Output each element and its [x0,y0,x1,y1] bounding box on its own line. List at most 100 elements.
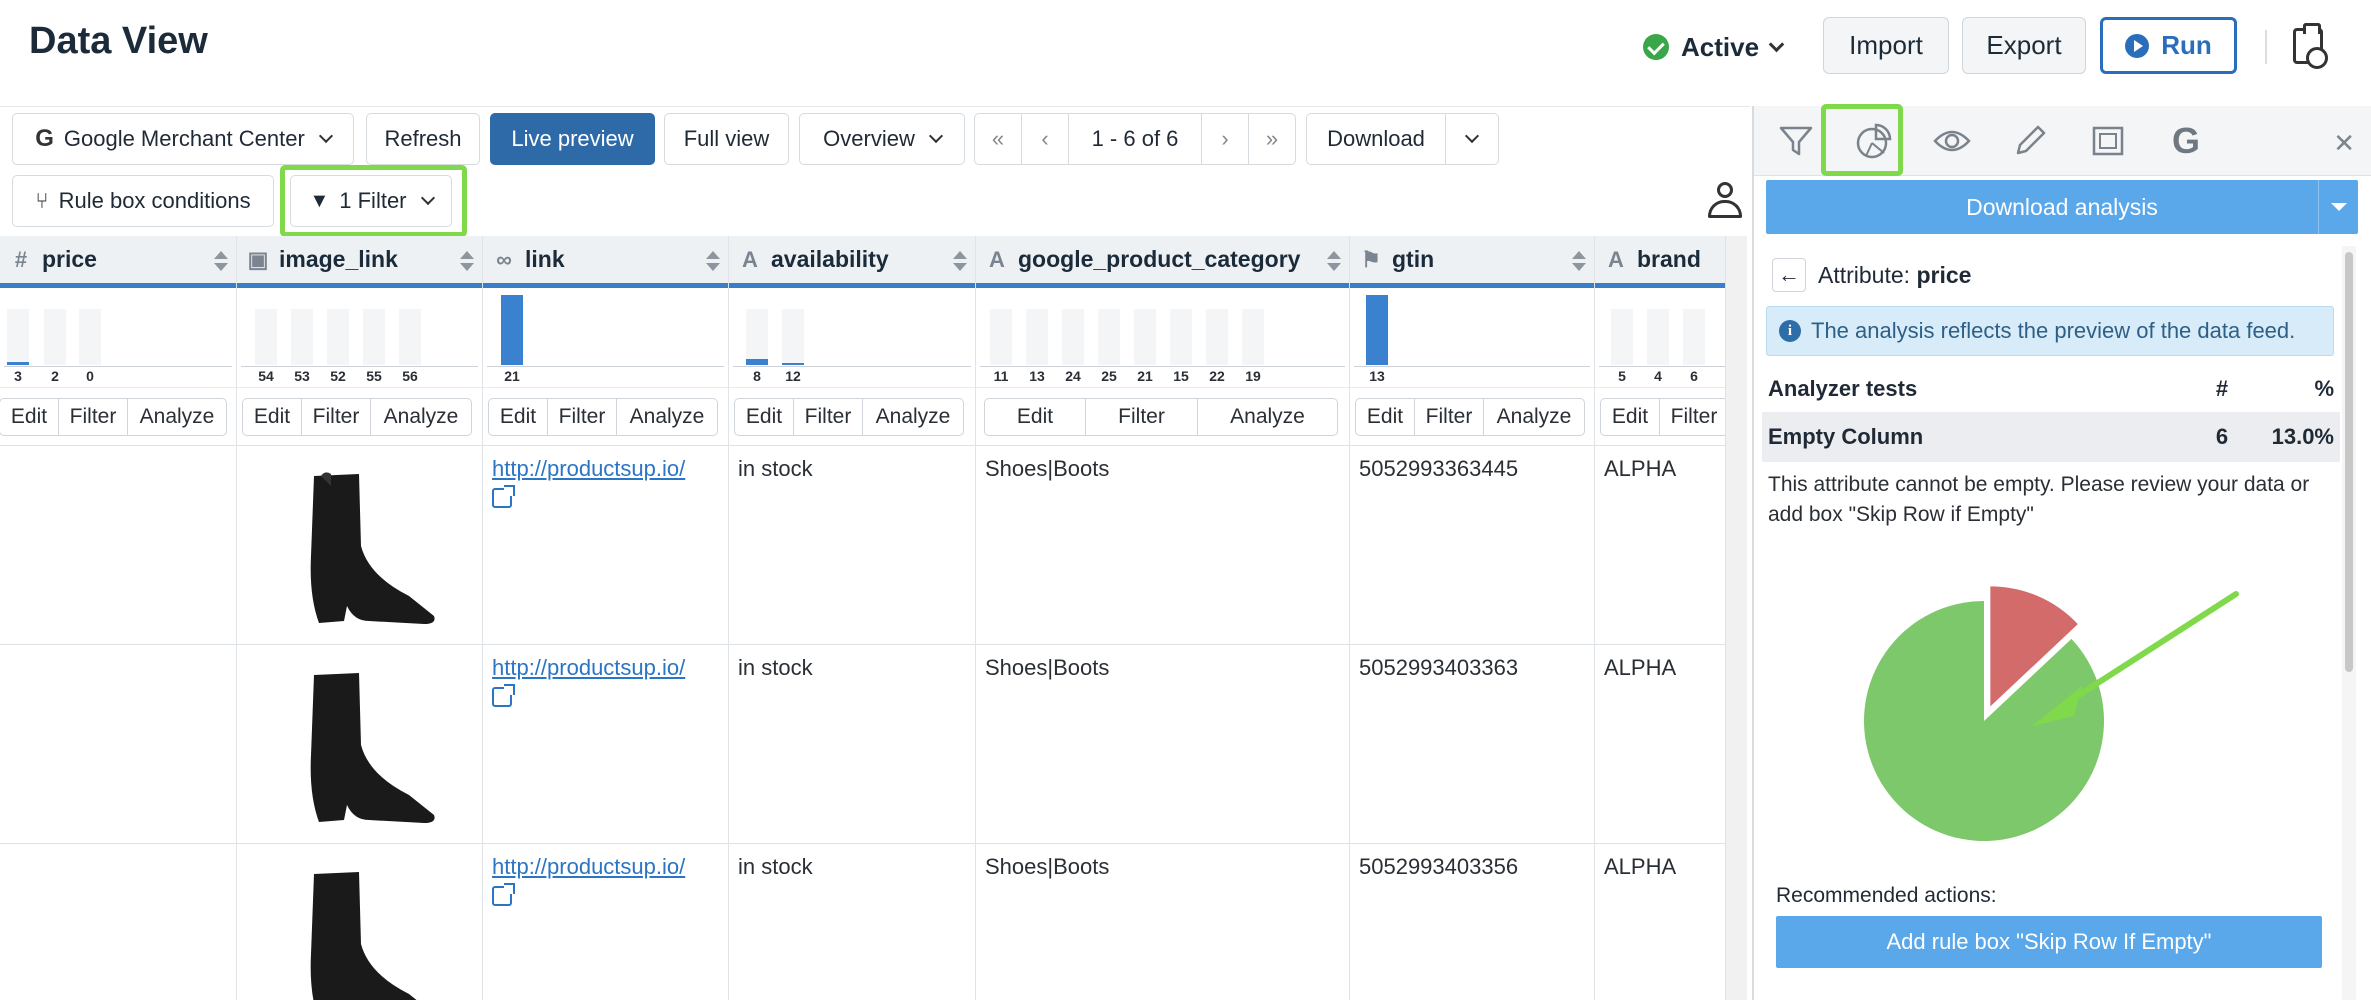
column-header[interactable]: # price [0,236,236,288]
download-analysis-button[interactable]: Download analysis [1766,180,2358,234]
external-link-icon[interactable] [492,485,515,508]
tab-image[interactable] [2078,114,2138,168]
product-link[interactable]: http://productsup.io/ [492,854,685,879]
first-page-button[interactable]: « [974,113,1022,165]
run-button[interactable]: Run [2100,17,2237,74]
column-header[interactable]: Abrand [1595,236,1725,288]
table-cell[interactable]: Shoes|Boots [976,644,1349,843]
analyze-button[interactable]: Analyze [370,397,472,436]
filter-button[interactable]: Filter [793,397,863,436]
table-cell[interactable]: http://productsup.io/ [483,843,728,1000]
column-gtin: ⚑ gtin 13 Edit Filter Analyze 5052993363445… [1350,236,1595,1000]
sort-icon[interactable] [214,251,228,271]
column-header[interactable]: Aavailability [729,236,975,288]
table-cell[interactable]: ALPHA [1595,843,1725,1000]
edit-button[interactable]: Edit [0,397,59,436]
analyze-button[interactable]: Analyze [1197,397,1338,436]
image-type-icon: ▣ [247,246,269,272]
table-cell[interactable]: in stock [729,644,975,843]
caret-down-icon[interactable] [2318,180,2358,234]
table-cell[interactable] [0,843,236,1000]
external-link-icon[interactable] [492,883,515,906]
filter-button[interactable]: Filter [1659,397,1725,436]
tab-google[interactable]: G [2156,114,2216,168]
grid-scrollbar[interactable] [1725,236,1747,1000]
table-cell[interactable]: http://productsup.io/ [483,445,728,644]
edit-button[interactable]: Edit [984,397,1086,436]
add-rule-box-button[interactable]: Add rule box "Skip Row If Empty" [1776,916,2322,968]
table-cell[interactable] [0,644,236,843]
column-header[interactable]: ▣ image_link [237,236,482,288]
back-arrow-icon[interactable]: ← [1772,258,1806,292]
table-cell[interactable] [237,644,482,843]
table-cell[interactable]: ALPHA [1595,644,1725,843]
live-preview-button[interactable]: Live preview [490,113,655,165]
column-name: price [42,246,97,272]
analyzer-table-row[interactable]: Empty Column 6 13.0% [1762,412,2340,462]
column-header[interactable]: ⚑ gtin [1350,236,1594,288]
hist-label: 54 [258,368,274,384]
table-cell[interactable] [237,445,482,644]
product-image[interactable] [259,456,449,636]
external-link-icon[interactable] [492,684,515,707]
tab-edit[interactable] [2000,114,2060,168]
filter-button[interactable]: Filter [547,397,617,436]
download-button[interactable]: Download [1306,113,1446,165]
tab-preview[interactable] [1922,114,1982,168]
sort-icon[interactable] [953,251,967,271]
table-cell[interactable]: 5052993363445 [1350,445,1594,644]
last-page-button[interactable]: » [1248,113,1296,165]
close-icon[interactable]: ✕ [2333,128,2355,159]
column-header[interactable]: ∞ link [483,236,728,288]
user-icon[interactable] [1708,182,1742,220]
full-view-button[interactable]: Full view [664,113,789,165]
analyze-button[interactable]: Analyze [862,397,964,436]
prev-page-button[interactable]: ‹ [1021,113,1069,165]
table-cell[interactable] [237,843,482,1000]
analyze-button[interactable]: Analyze [616,397,718,436]
product-image[interactable] [259,854,449,1000]
overview-select[interactable]: Overview [799,113,965,165]
refresh-button[interactable]: Refresh [366,113,480,165]
column-header[interactable]: Agoogle_product_category [976,236,1349,288]
hist-bar [399,309,421,365]
edit-button[interactable]: Edit [242,397,302,436]
product-link[interactable]: http://productsup.io/ [492,456,685,481]
table-cell[interactable]: 5052993403356 [1350,843,1594,1000]
next-page-button[interactable]: › [1201,113,1249,165]
channel-select[interactable]: G Google Merchant Center [12,113,354,165]
status-dropdown[interactable]: Active [1643,28,1785,66]
table-cell[interactable]: in stock [729,445,975,644]
edit-button[interactable]: Edit [488,397,548,436]
table-cell[interactable]: Shoes|Boots [976,445,1349,644]
edit-button[interactable]: Edit [734,397,794,436]
import-button[interactable]: Import [1823,17,1949,74]
table-cell[interactable]: 5052993403363 [1350,644,1594,843]
product-link[interactable]: http://productsup.io/ [492,655,685,680]
table-cell[interactable]: ALPHA [1595,445,1725,644]
filter-button[interactable]: Filter [301,397,371,436]
rule-box-conditions-button[interactable]: ⑂ Rule box conditions [12,175,274,227]
clipboard-history-icon[interactable] [2293,23,2328,69]
sort-icon[interactable] [1327,251,1341,271]
sort-icon[interactable] [460,251,474,271]
table-cell[interactable]: http://productsup.io/ [483,644,728,843]
analyze-button[interactable]: Analyze [1483,397,1585,436]
table-cell[interactable]: Shoes|Boots [976,843,1349,1000]
export-button[interactable]: Export [1962,17,2086,74]
table-cell[interactable]: in stock [729,843,975,1000]
sort-icon[interactable] [706,251,720,271]
download-menu-button[interactable] [1445,113,1499,165]
sort-icon[interactable] [1572,251,1586,271]
filter-button[interactable]: Filter [1085,397,1198,436]
table-cell[interactable] [0,445,236,644]
product-image[interactable] [259,655,449,835]
panel-scrollbar[interactable] [2342,246,2356,1000]
edit-button[interactable]: Edit [1355,397,1415,436]
filter-button[interactable]: Filter [1414,397,1484,436]
tab-filter[interactable] [1766,114,1826,168]
chevron-down-icon [318,128,333,144]
edit-button[interactable]: Edit [1600,397,1660,436]
analyze-button[interactable]: Analyze [127,397,227,436]
filter-button[interactable]: Filter [58,397,128,436]
